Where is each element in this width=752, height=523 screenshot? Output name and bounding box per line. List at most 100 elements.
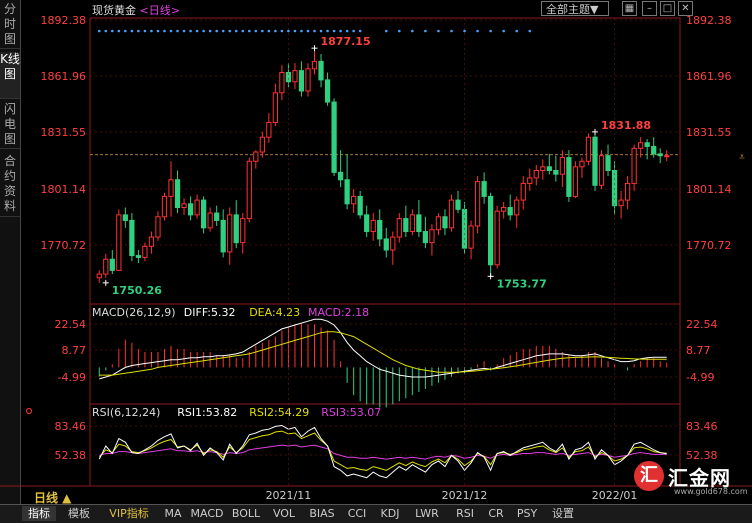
candle-body (298, 70, 305, 92)
candle-body (429, 229, 435, 244)
y-tick-label-right: 1861.96 (686, 70, 732, 83)
candle-body (624, 182, 631, 201)
rsi-legend-item: RSI3:53.07 (321, 406, 381, 419)
candle-body (279, 71, 285, 94)
tab-indicator-vol[interactable]: VOL (268, 506, 300, 521)
candle-body (148, 236, 155, 247)
signal-dot (352, 29, 355, 33)
signal-dot (476, 29, 479, 33)
candle-body (135, 255, 142, 258)
candle-body (494, 210, 500, 266)
candle-body (324, 79, 331, 103)
tab-indicator-psy[interactable]: PSY (512, 506, 542, 521)
macd-legend-item: DIFF:5.32 (184, 306, 236, 319)
tab-indicator-指标[interactable]: 指标 (22, 506, 56, 521)
candle-body (481, 181, 487, 197)
y-tick-label-left: 1892.38 (41, 14, 87, 27)
price-annotation: 1831.88 (601, 119, 651, 132)
candle-body (488, 195, 494, 266)
rsi-legend-item: RSI(6,12,24) (92, 406, 160, 419)
tab-indicator-cci[interactable]: CCI (344, 506, 370, 521)
signal-dot (463, 29, 466, 33)
y-tick-label-left: 1801.14 (41, 183, 87, 196)
candle-body (181, 203, 187, 208)
signal-dot (163, 29, 166, 33)
y-tick-label-right: 1831.55 (686, 126, 732, 139)
price-annotation: 1750.26 (112, 284, 162, 297)
candle-body (520, 182, 526, 201)
candle-body (579, 160, 585, 168)
chart-canvas: 1892.38 1892.38 1861.96 1861.96 1831.55 1831.… (0, 14, 752, 502)
candle-body (305, 68, 311, 92)
tab-indicator-设置[interactable]: 设置 (546, 506, 580, 521)
candle-body (377, 219, 383, 240)
signal-dot (424, 29, 427, 33)
candle-body (546, 166, 552, 172)
candle-body (155, 216, 161, 238)
candle-body (566, 157, 572, 197)
tab-indicator-lwr[interactable]: LWR (410, 506, 444, 521)
signal-dot (124, 29, 127, 33)
candle-body (592, 136, 598, 186)
candle-body (553, 170, 559, 175)
price-panel-frame (89, 17, 681, 305)
y-tick-label-left: 1831.55 (41, 126, 87, 139)
candle-body (455, 199, 461, 210)
candle-body (435, 216, 442, 231)
candle-body (168, 179, 174, 197)
y-tick-label-right: 1892.38 (686, 14, 732, 27)
signal-dot (300, 29, 303, 33)
signal-dot (528, 29, 532, 33)
candle-body (403, 218, 409, 233)
macd-legend-item: DEA:4.23 (249, 306, 300, 319)
rsi-settings-dot-icon (25, 407, 33, 415)
candle-body (507, 206, 513, 216)
tab-indicator-bias[interactable]: BIAS (304, 506, 340, 521)
x-tick-label: 2022/01 (592, 489, 638, 502)
signal-dot (358, 29, 362, 33)
tab-indicator-macd[interactable]: MACD (190, 506, 224, 521)
candle-body (651, 145, 657, 155)
signal-dot (437, 29, 440, 33)
candle-body (585, 136, 592, 162)
signal-dot (241, 29, 245, 33)
tab-indicator-kdj[interactable]: KDJ (374, 506, 406, 521)
signal-dot (234, 29, 238, 33)
price-annotation: 1753.77 (497, 277, 547, 290)
candle-body (344, 179, 350, 205)
signal-dot (326, 29, 329, 33)
candle-body (194, 199, 200, 216)
x-tick-label: 2021/12 (442, 489, 488, 502)
tab-indicator-模板[interactable]: 模板 (62, 506, 96, 521)
signal-dot (280, 29, 284, 33)
y-tick-label-right: -4.99 (686, 371, 714, 384)
candle-body (318, 60, 324, 81)
signal-dot (515, 29, 519, 33)
tab-indicator-ma[interactable]: MA (160, 506, 186, 521)
candle-body (618, 199, 624, 207)
y-tick-label-left: 1770.72 (41, 239, 87, 252)
candle-body (207, 212, 213, 229)
tab-indicator-boll[interactable]: BOLL (228, 506, 264, 521)
tab-indicator-rsi[interactable]: RSI (450, 506, 480, 521)
signal-dot (208, 29, 212, 33)
candle-body (559, 157, 565, 175)
tab-indicator-cr[interactable]: CR (484, 506, 508, 521)
candle-body (272, 92, 278, 123)
gold678-logo: 汇 汇金网 www.gold678.com (634, 461, 748, 499)
rsi-legend-item: RSI2:54.29 (249, 406, 309, 419)
candle-body (116, 214, 122, 271)
signal-dot (450, 29, 453, 33)
signal-dot (502, 29, 505, 33)
candle-body (598, 155, 605, 186)
candle-body (605, 155, 611, 172)
candle-body (422, 231, 429, 244)
tab-indicator-vip指标[interactable]: VIP指标 (100, 506, 158, 521)
y-tick-label-right: 22.54 (686, 318, 718, 331)
candle-body (351, 195, 357, 205)
y-tick-label-right: 1801.14 (686, 183, 732, 196)
candle-body (240, 218, 246, 244)
signal-dot (267, 29, 271, 33)
candle-body (416, 214, 422, 233)
y-tick-label-right: 83.46 (686, 420, 718, 433)
